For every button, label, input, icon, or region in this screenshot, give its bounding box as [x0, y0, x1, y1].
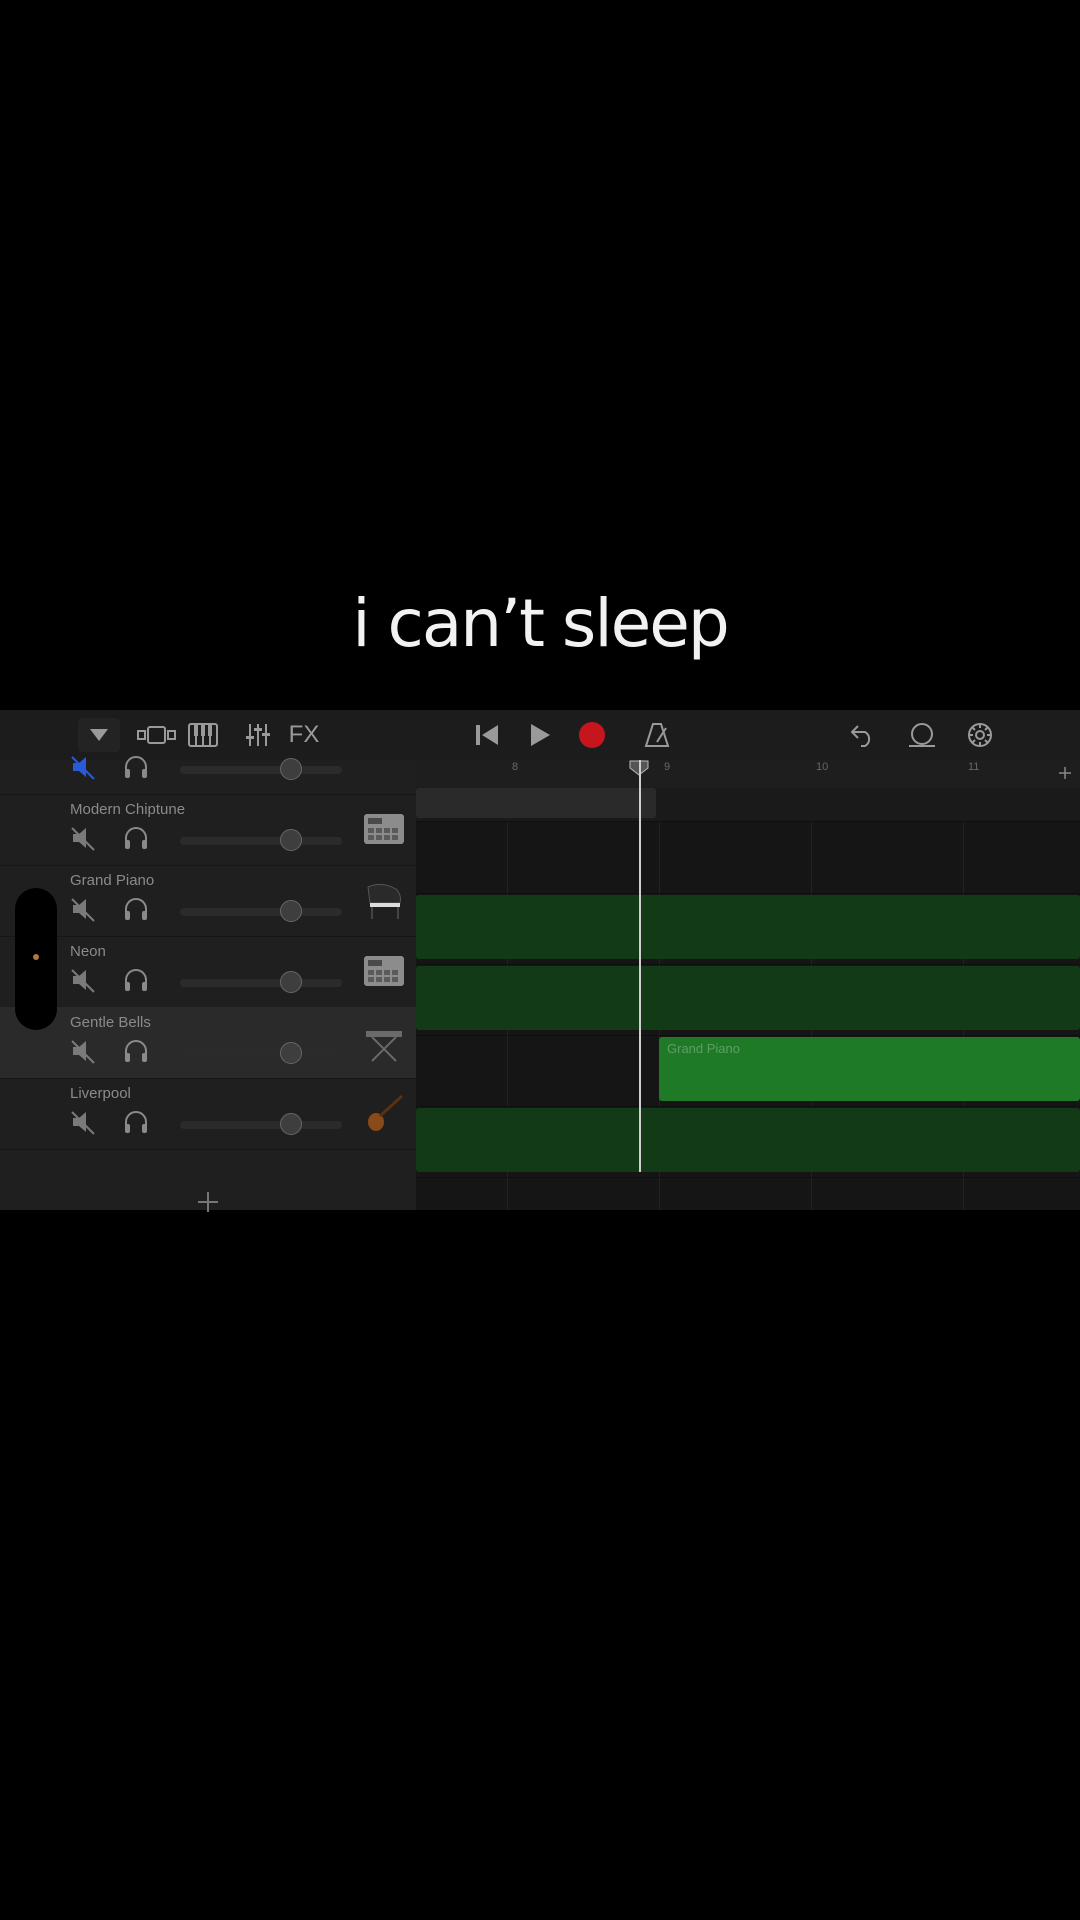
play-button[interactable]: [525, 718, 555, 752]
track-headers: Modern Chiptune Grand Piano Neon Gentle …: [0, 756, 416, 1210]
drum-machine-icon: [364, 956, 404, 986]
track-lane[interactable]: [416, 822, 1080, 894]
volume-knob[interactable]: [280, 1113, 302, 1135]
play-icon: [531, 724, 550, 746]
region[interactable]: [416, 966, 1080, 1030]
grand-piano-icon: [367, 883, 401, 919]
add-track-icon[interactable]: [196, 1190, 220, 1214]
timeline-grid[interactable]: 8 9 10 11 Grand Piano: [416, 760, 1080, 1210]
mute-icon[interactable]: [70, 753, 98, 781]
mute-icon[interactable]: [70, 966, 98, 994]
region-selected[interactable]: Grand Piano: [659, 1037, 1080, 1101]
volume-slider[interactable]: [180, 900, 342, 922]
record-button[interactable]: [576, 718, 608, 752]
volume-knob[interactable]: [280, 1042, 302, 1064]
keyboard-stand-icon: [366, 1031, 402, 1062]
track-name: Gentle Bells: [70, 1014, 151, 1031]
headphones-icon[interactable]: [122, 753, 150, 781]
volume-knob[interactable]: [280, 971, 302, 993]
violin-icon: [368, 1094, 404, 1131]
undo-button[interactable]: [848, 718, 878, 752]
volume-slider[interactable]: [180, 758, 342, 780]
add-section-icon[interactable]: [1058, 766, 1072, 780]
metronome-icon: [644, 723, 670, 747]
volume-knob[interactable]: [280, 829, 302, 851]
volume-knob[interactable]: [280, 900, 302, 922]
gear-icon: [968, 723, 992, 747]
handle-dot: [33, 954, 39, 960]
mute-icon[interactable]: [70, 824, 98, 852]
settings-button[interactable]: [964, 718, 996, 752]
track-header[interactable]: [0, 723, 416, 795]
undo-icon: [850, 725, 871, 747]
headphones-icon[interactable]: [122, 1108, 150, 1136]
headphones-icon[interactable]: [122, 824, 150, 852]
track-header[interactable]: Liverpool: [0, 1078, 416, 1150]
track-name: Neon: [70, 943, 106, 960]
headphones-icon[interactable]: [122, 1037, 150, 1065]
track-header-selected[interactable]: Gentle Bells: [0, 1007, 416, 1079]
video-caption: i can’t sleep: [352, 585, 730, 662]
region[interactable]: [416, 895, 1080, 959]
skip-back-icon: [476, 725, 498, 745]
playhead[interactable]: [639, 760, 641, 1172]
mute-icon[interactable]: [70, 1037, 98, 1065]
volume-slider[interactable]: [180, 1113, 342, 1135]
drum-machine-icon: [364, 814, 404, 844]
volume-slider[interactable]: [180, 829, 342, 851]
region[interactable]: [416, 1108, 1080, 1172]
mute-icon[interactable]: [70, 1108, 98, 1136]
volume-slider[interactable]: [180, 1042, 342, 1064]
track-lane[interactable]: [416, 788, 1080, 822]
track-lane[interactable]: [416, 1106, 1080, 1178]
track-name: Grand Piano: [70, 872, 155, 889]
track-header[interactable]: Modern Chiptune: [0, 794, 416, 866]
garageband-tracks-view: FX Modern Chiptune Grand Piano Neon Gent…: [0, 710, 1080, 1210]
region[interactable]: [416, 788, 656, 818]
headphones-icon[interactable]: [122, 966, 150, 994]
bar-number: 11: [968, 761, 980, 773]
track-lane[interactable]: Grand Piano: [416, 1035, 1080, 1107]
track-header[interactable]: Neon: [0, 936, 416, 1008]
volume-slider[interactable]: [180, 971, 342, 993]
region-label: Grand Piano: [667, 1041, 740, 1056]
track-lane[interactable]: [416, 964, 1080, 1036]
mute-icon[interactable]: [70, 895, 98, 923]
bar-number: 9: [664, 761, 671, 773]
bar-number: 8: [512, 761, 519, 773]
loop-icon: [909, 723, 935, 747]
bar-ruler[interactable]: 8 9 10 11: [416, 760, 1080, 789]
go-to-beginning-button[interactable]: [472, 718, 502, 752]
track-name: Liverpool: [70, 1085, 131, 1102]
headphones-icon[interactable]: [122, 895, 150, 923]
track-lane[interactable]: [416, 893, 1080, 965]
record-icon: [579, 722, 605, 748]
track-name: Modern Chiptune: [70, 801, 186, 818]
volume-knob[interactable]: [280, 758, 302, 780]
scroll-handle[interactable]: [15, 888, 57, 1030]
metronome-button[interactable]: [642, 718, 672, 752]
bar-number: 10: [816, 761, 829, 773]
loop-browser-button[interactable]: [906, 718, 938, 752]
track-header[interactable]: Grand Piano: [0, 865, 416, 937]
